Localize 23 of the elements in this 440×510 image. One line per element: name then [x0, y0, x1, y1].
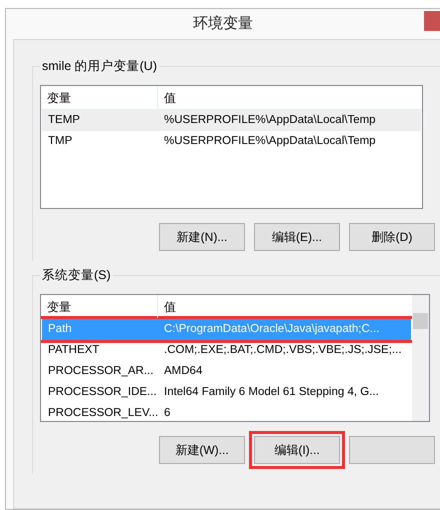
- column-header[interactable]: 值: [158, 298, 176, 316]
- list-row[interactable]: PROCESSOR_AR... AMD64: [42, 361, 411, 382]
- list-view[interactable]: 变量 值 TEMP %USERPROFILE%\AppData\Local\Temp TMP %USERPROFILE%\AppData\Local\Temp: [40, 85, 423, 209]
- dialog-button[interactable]: 编辑(I)...: [249, 431, 345, 469]
- group-label: smile 的用户变量(U): [40, 57, 159, 76]
- list-row[interactable]: PATHEXT .COM;.EXE;.BAT;.CMD;.VBS;.VBE;.JS;.JSE;...: [42, 340, 411, 361]
- group-label: 系统变量(S): [40, 266, 113, 285]
- column-header[interactable]: 变量: [41, 86, 158, 109]
- close-button[interactable]: [424, 11, 440, 31]
- window-title: 环境变量: [193, 14, 253, 34]
- scrollbar[interactable]: [412, 295, 429, 421]
- list-row[interactable]: TMP %USERPROFILE%\AppData\Local\Temp: [42, 131, 421, 152]
- dialog-button[interactable]: 编辑(E)...: [254, 223, 340, 251]
- list-row[interactable]: PROCESSOR_LEV... 6: [42, 403, 411, 421]
- column-header[interactable]: 值: [158, 88, 176, 106]
- list-view[interactable]: [40, 294, 430, 422]
- list-row[interactable]: PROCESSOR_IDE... Intel64 Family 6 Model 61 Stepping 4, G...: [42, 382, 411, 403]
- dialog-button[interactable]: 新建(W)...: [159, 436, 245, 464]
- column-header[interactable]: 变量: [41, 295, 158, 318]
- dialog-button[interactable]: [349, 436, 435, 464]
- list-row[interactable]: TEMP %USERPROFILE%\AppData\Local\Temp: [42, 110, 421, 131]
- dialog-button[interactable]: 新建(N)...: [159, 223, 245, 251]
- dialog-button[interactable]: 删除(D): [349, 223, 435, 251]
